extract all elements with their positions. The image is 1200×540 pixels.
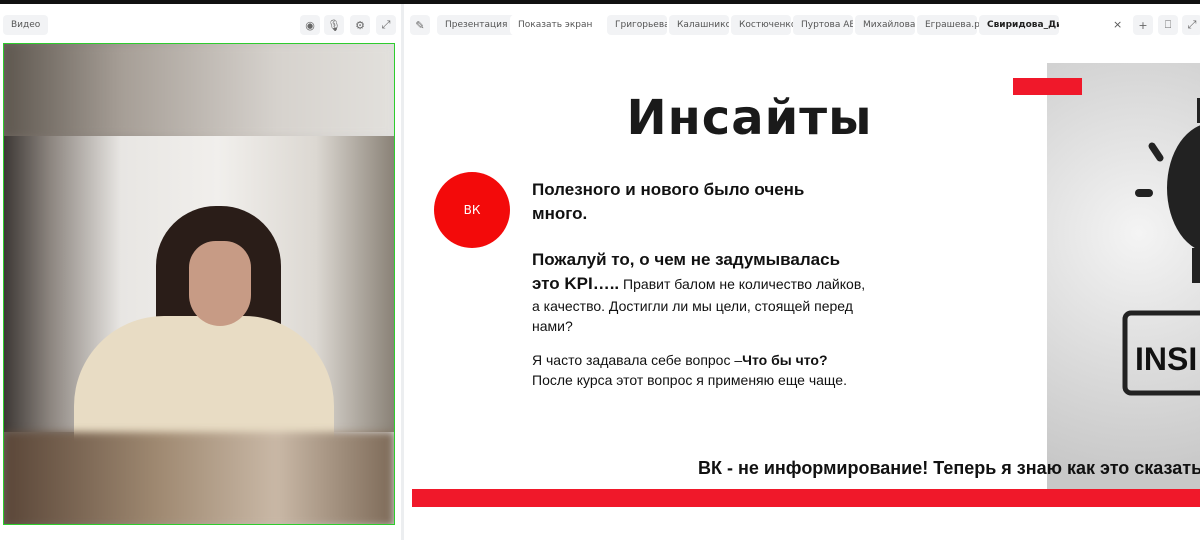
close-tab-icon[interactable]: × <box>1113 18 1122 31</box>
video-scene <box>4 136 394 456</box>
file-tab-label: Свиридова_Дипл <box>987 20 1059 30</box>
slide-title: Инсайты <box>626 90 873 146</box>
panel-resize-handle[interactable] <box>401 4 404 540</box>
vk-badge: ВК <box>434 172 510 248</box>
presentation-button[interactable]: Презентация <box>437 15 516 35</box>
video-tab[interactable]: Видео <box>3 15 49 35</box>
image-label: INSI <box>1135 341 1197 377</box>
paragraph-2: Пожалуй то, о чем не задумывалась это KP… <box>532 248 872 336</box>
show-screen-button[interactable]: Показать экран <box>510 15 601 35</box>
video-panel: Видео ◉ 🎙 ⚙ ⤢ <box>0 4 401 540</box>
file-tab-active[interactable]: Свиридова_Дипл <box>979 15 1059 35</box>
file-tab[interactable]: Костюченко В <box>731 15 805 35</box>
file-tab[interactable]: Михайлова_ку <box>855 15 915 35</box>
pencil-icon[interactable]: ✎ <box>410 15 430 35</box>
add-tab-button[interactable]: + <box>1133 15 1153 35</box>
expand-icon[interactable]: ⤢ <box>1182 15 1200 35</box>
presentation-slide: INSI Инсайты ВК Полезного и нового было … <box>412 60 1200 507</box>
file-tab[interactable]: Пуртова АЕ Ди <box>793 15 853 35</box>
person-face <box>189 241 251 326</box>
file-tab[interactable]: Еграшева.pptx <box>917 15 994 35</box>
file-tab[interactable]: Калашникова_ <box>669 15 729 35</box>
webcam-icon[interactable]: ◉ <box>300 15 320 35</box>
paragraph-3: Я часто задавала себе вопрос –Что бы что… <box>532 350 872 390</box>
expand-icon[interactable]: ⤢ <box>376 15 396 35</box>
microphone-icon[interactable]: 🎙 <box>324 15 344 35</box>
p3-b: После курса этот вопрос я применяю еще ч… <box>532 372 847 388</box>
slide-caption: ВК - не информирование! Теперь я знаю ка… <box>698 458 1200 478</box>
file-tab[interactable]: Григорьева К... <box>607 15 667 35</box>
paragraph-1: Полезного и нового было очень много. <box>532 180 805 223</box>
p3-a: Я часто задавала себе вопрос – <box>532 352 743 368</box>
p3-bold: Что бы что? <box>742 352 828 368</box>
bookmark-icon[interactable]: ⎕ <box>1158 15 1178 35</box>
video-blur-top <box>4 44 394 136</box>
video-blur-bottom <box>4 432 394 524</box>
gear-icon[interactable]: ⚙ <box>350 15 370 35</box>
red-footer-bar <box>412 489 1200 507</box>
video-feed <box>3 43 395 525</box>
